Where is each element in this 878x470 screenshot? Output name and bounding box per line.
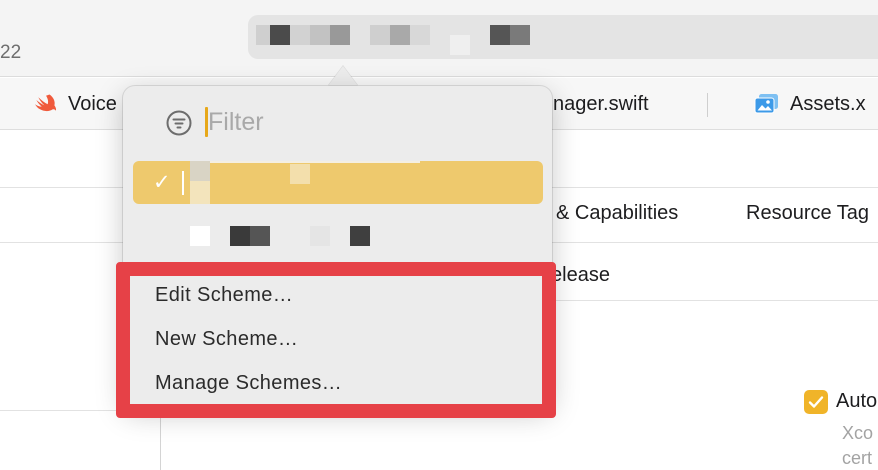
tab-assets[interactable]: Assets.x [754,78,866,130]
window-toolbar: 22 [0,0,878,77]
redacted-block [190,226,210,246]
assets-catalog-icon [754,93,780,115]
build-number: 22 [0,42,22,63]
filter-icon [166,110,192,141]
tab-signing-capabilities[interactable]: & Capabilities [556,202,678,225]
automatic-signing-checkbox[interactable] [804,390,828,414]
new-scheme-menu-item[interactable]: New Scheme… [155,328,298,351]
redacted-block [310,25,330,45]
redacted-block [490,25,510,45]
edit-scheme-menu-item[interactable]: Edit Scheme… [155,284,293,307]
scheme-selector[interactable] [248,15,878,59]
redacted-block [350,226,370,246]
tab-label: Voice [68,92,117,115]
swift-icon [34,93,58,115]
redacted-block [270,25,290,45]
redacted-block [370,25,390,45]
redacted-block [230,226,250,246]
scheme-popover: ✓ Edit Scheme… New Scheme… Manage Scheme… [123,86,552,406]
tab-manager-swift[interactable]: nager.swift [553,78,649,130]
redacted-block [256,25,270,45]
redacted-block [290,25,310,45]
scheme-actions-menu: Edit Scheme… New Scheme… Manage Schemes… [132,266,543,406]
filter-row [123,86,552,158]
redacted-block [190,161,210,181]
redacted-block [250,226,270,246]
tab-label: nager.swift [553,92,649,115]
filter-input[interactable] [207,106,507,138]
divider [160,410,161,470]
tab-divider [707,93,708,117]
manage-schemes-menu-item[interactable]: Manage Schemes… [155,372,342,395]
divider [541,300,878,301]
redacted-block [190,181,210,204]
redacted-block [450,35,470,55]
tab-voice[interactable]: Voice [34,78,117,130]
configuration-release-label: elease [551,264,610,286]
popover-arrow [328,66,358,86]
redacted-block [290,164,310,184]
divider [0,410,160,411]
redacted-block [310,226,330,246]
redacted-block [410,25,430,45]
tab-resource-tags[interactable]: Resource Tag [746,202,869,225]
redacted-block [510,25,530,45]
scheme-item[interactable] [133,206,543,257]
redacted-block [190,206,210,226]
checkmark-icon: ✓ [153,171,171,194]
signing-hint-text: cert [842,448,873,468]
automatic-signing-label: Auto [836,390,878,412]
tab-label: Assets.x [790,92,866,115]
redacted-block [390,25,410,45]
checkmark-icon [808,396,824,408]
redacted-block [182,171,184,195]
redacted-block [210,161,420,163]
signing-hint-text: Xco [842,423,874,443]
redacted-block [330,25,350,45]
scheme-item-selected[interactable]: ✓ [133,161,543,204]
